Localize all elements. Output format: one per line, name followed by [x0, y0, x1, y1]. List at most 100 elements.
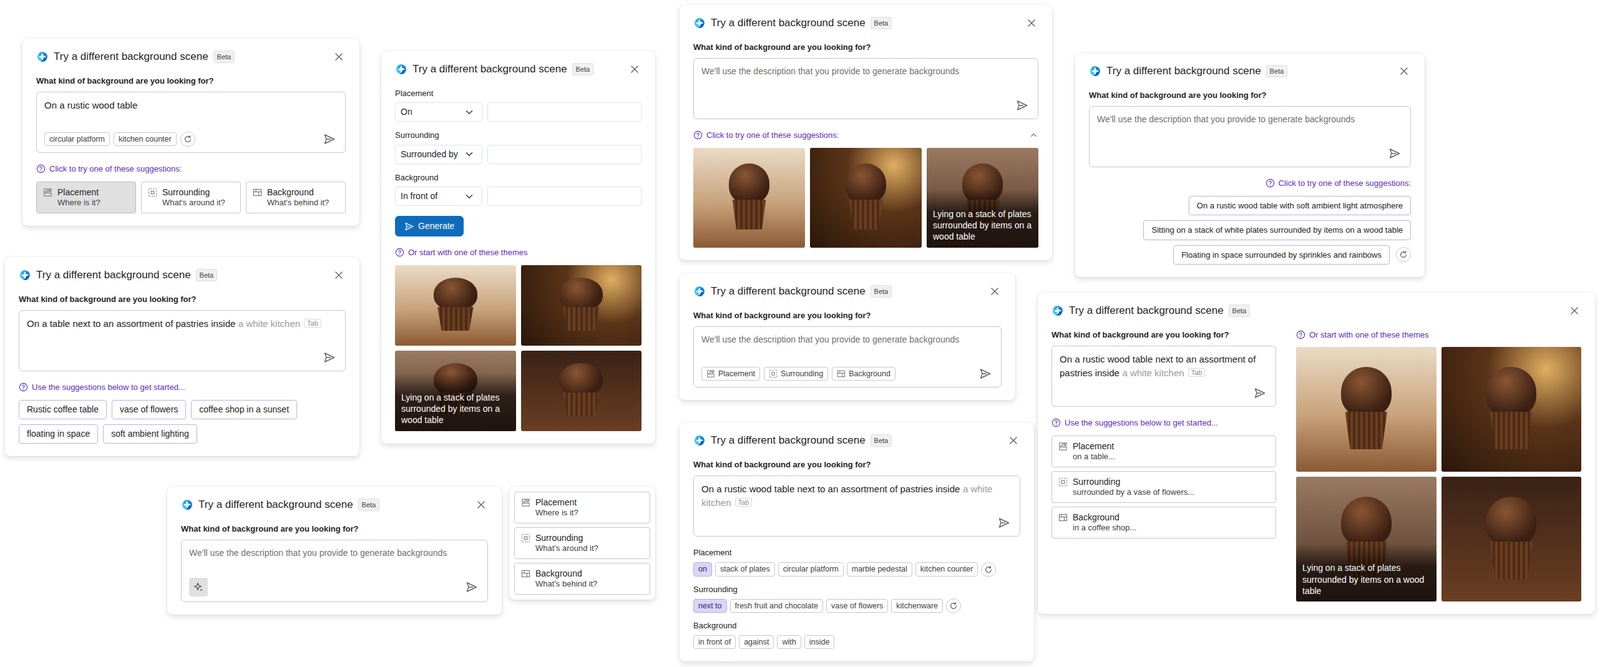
suggestion-chip[interactable]: inside: [804, 635, 835, 650]
suggestion-chip[interactable]: floating in space: [18, 424, 98, 444]
close-button[interactable]: [987, 284, 1002, 299]
area-card[interactable]: PlacementWhere is it?: [36, 181, 137, 214]
card-label[interactable]: Placement: [535, 496, 579, 508]
theme-image[interactable]: [693, 147, 805, 248]
suggestion-chip[interactable]: kitchenware: [891, 599, 943, 614]
close-button[interactable]: [331, 49, 346, 64]
suggestion-chip[interactable]: in front of: [693, 635, 736, 650]
theme-image[interactable]: [1441, 476, 1582, 602]
suggestion-chip[interactable]: Sitting on a stack of white plates surro…: [1143, 220, 1411, 241]
collapse-toggle[interactable]: [1029, 130, 1039, 140]
theme-image[interactable]: [521, 350, 643, 432]
prompt-field[interactable]: Placement Surrounding Background: [693, 326, 1002, 388]
prompt-input[interactable]: [701, 64, 1031, 92]
send-button[interactable]: [321, 349, 338, 366]
theme-image[interactable]: Lying on a stack of plates surrounded by…: [926, 147, 1039, 248]
suggestion-chip[interactable]: kitchen counter: [113, 132, 177, 147]
prompt-input[interactable]: [189, 546, 480, 573]
suggestion-chip[interactable]: coffee shop in a sunset: [190, 400, 298, 420]
chip-label[interactable]: Background: [848, 368, 891, 380]
theme-image[interactable]: Lying on a stack of plates surrounded by…: [1296, 476, 1437, 602]
card-label[interactable]: Surrounding: [162, 186, 226, 198]
theme-image[interactable]: [809, 147, 922, 248]
prompt-input[interactable]: [701, 333, 994, 360]
prompt-field[interactable]: [1088, 106, 1411, 168]
field-input[interactable]: [487, 144, 642, 165]
send-button[interactable]: [321, 131, 338, 148]
field-input[interactable]: [487, 102, 642, 122]
relation-select[interactable]: Surrounded by: [395, 144, 483, 165]
area-card[interactable]: BackgroundWhat's behind it?: [514, 562, 651, 595]
prompt-field[interactable]: On a rustic wood table next to an assort…: [1051, 345, 1277, 407]
area-card[interactable]: Placementon a table...: [1051, 435, 1277, 468]
suggestion-chip[interactable]: stack of plates: [715, 562, 776, 577]
area-card[interactable]: Backgroundin a coffee shop...: [1051, 506, 1277, 539]
prompt-text[interactable]: On a rustic wood table: [44, 98, 338, 113]
suggestion-chip[interactable]: marble pedestal: [846, 562, 913, 577]
close-button[interactable]: [331, 268, 346, 283]
area-card[interactable]: PlacementWhere is it?: [514, 491, 651, 524]
suggestion-chip[interactable]: fresh fruit and chocolate: [730, 599, 824, 614]
suggestion-chip[interactable]: circular platform: [44, 132, 110, 147]
suggestion-chip[interactable]: vase of flowers: [111, 400, 186, 420]
suggestion-chip[interactable]: with: [776, 635, 801, 650]
close-button[interactable]: [1024, 16, 1039, 30]
prompt-text[interactable]: On a rustic wood table next to an assort…: [1059, 352, 1269, 381]
relation-select[interactable]: On: [395, 102, 483, 122]
prompt-text[interactable]: On a rustic wood table next to an assort…: [701, 482, 1013, 510]
theme-image[interactable]: Lying on a stack of plates surrounded by…: [395, 350, 517, 432]
suggestion-chip[interactable]: Placement: [701, 366, 761, 382]
prompt-value[interactable]: On a table next to an assortment of past…: [26, 318, 236, 329]
prompt-value[interactable]: On a rustic wood table next to an assort…: [701, 483, 960, 495]
suggestion-chip[interactable]: circular platform: [778, 562, 844, 577]
suggestion-chip[interactable]: Surrounding: [763, 366, 829, 382]
area-card[interactable]: SurroundingWhat's around it?: [514, 527, 651, 560]
suggestion-chip[interactable]: vase of flowers: [826, 599, 888, 614]
area-card[interactable]: BackgroundWhat's behind it?: [245, 181, 346, 214]
suggestion-chip[interactable]: On a rustic wood table with soft ambient…: [1188, 195, 1411, 216]
refresh-button[interactable]: [980, 562, 996, 578]
suggestion-chip[interactable]: Rustic coffee table: [18, 400, 107, 420]
close-button[interactable]: [1397, 64, 1411, 79]
close-button[interactable]: [1006, 433, 1021, 448]
card-label[interactable]: Surrounding: [1072, 476, 1195, 488]
close-button[interactable]: [627, 62, 642, 77]
suggest-button[interactable]: [189, 577, 208, 597]
field-input[interactable]: [487, 186, 642, 206]
area-card[interactable]: Surroundingsurrounded by a vase of flowe…: [1051, 471, 1277, 503]
refresh-button[interactable]: [180, 131, 196, 147]
send-button[interactable]: [1386, 145, 1403, 162]
card-label[interactable]: Surrounding: [535, 532, 599, 544]
relation-select[interactable]: In front of: [395, 186, 483, 206]
send-button[interactable]: [1014, 97, 1031, 114]
close-button[interactable]: [474, 497, 488, 512]
card-label[interactable]: Placement: [1072, 440, 1116, 452]
card-label[interactable]: Background: [1072, 511, 1137, 523]
suggestion-chip[interactable]: next to: [693, 599, 727, 614]
prompt-input[interactable]: [1097, 112, 1403, 140]
send-button[interactable]: [463, 579, 480, 596]
theme-image[interactable]: [521, 265, 643, 346]
send-button[interactable]: [977, 365, 994, 382]
card-label[interactable]: Placement: [57, 186, 101, 198]
prompt-text[interactable]: On a table next to an assortment of past…: [26, 317, 338, 331]
refresh-button[interactable]: [946, 598, 961, 614]
suggestion-chip[interactable]: Background: [831, 366, 896, 382]
generate-button[interactable]: Generate: [395, 215, 464, 237]
refresh-button[interactable]: [1395, 247, 1411, 263]
suggestion-chip[interactable]: against: [738, 635, 774, 650]
chip-label[interactable]: Placement: [718, 368, 756, 380]
prompt-field[interactable]: [693, 58, 1039, 120]
theme-image[interactable]: [1441, 346, 1582, 472]
suggestion-chip[interactable]: kitchen counter: [915, 562, 979, 577]
prompt-value[interactable]: On a rustic wood table: [44, 99, 138, 111]
suggestion-chip[interactable]: on: [693, 562, 713, 577]
close-button[interactable]: [1567, 303, 1582, 318]
card-label[interactable]: Background: [267, 186, 329, 198]
prompt-field[interactable]: On a rustic wood table next to an assort…: [693, 475, 1021, 537]
suggestion-chip[interactable]: Floating in space surrounded by sprinkle…: [1173, 245, 1390, 266]
prompt-field[interactable]: On a table next to an assortment of past…: [18, 310, 346, 372]
prompt-field[interactable]: On a rustic wood table circular platformk…: [36, 91, 346, 153]
suggestion-chip[interactable]: soft ambient lighting: [102, 424, 198, 444]
prompt-field[interactable]: [180, 539, 488, 603]
